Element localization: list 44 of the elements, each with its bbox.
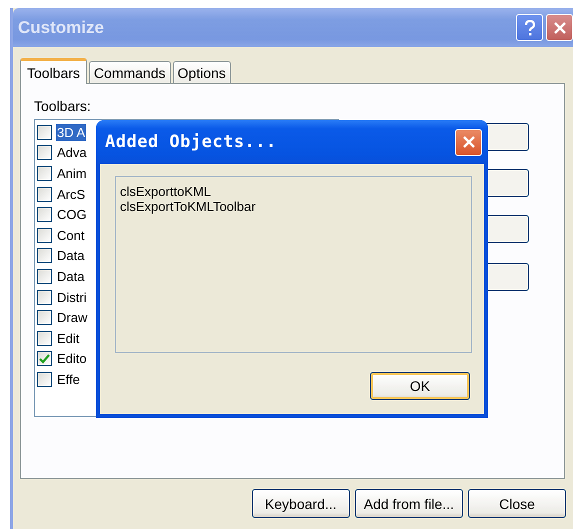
list-item[interactable]: COG: [56, 206, 88, 224]
tab[interactable]: Options: [172, 61, 231, 83]
list-item[interactable]: Anim: [56, 164, 88, 182]
help-icon: [522, 20, 536, 36]
list-item: clsExportToKMLToolbar: [120, 199, 257, 214]
list-item[interactable]: Adva: [56, 144, 88, 162]
checkbox[interactable]: [37, 290, 52, 305]
close-icon: [552, 20, 566, 34]
checkbox[interactable]: [37, 124, 52, 140]
list-item[interactable]: Draw: [56, 309, 88, 326]
tab[interactable]: Commands: [88, 61, 171, 83]
dialog-button[interactable]: Add from file...: [354, 489, 463, 518]
close-button[interactable]: [455, 128, 482, 156]
checkbox[interactable]: [37, 351, 52, 366]
list-item[interactable]: Data: [56, 268, 86, 285]
dialog-button[interactable]: Close: [468, 489, 566, 518]
list-item[interactable]: 3D A: [56, 124, 86, 141]
list-item[interactable]: ArcS: [56, 186, 86, 203]
close-icon: [462, 135, 476, 149]
window-title: Customize: [18, 18, 104, 38]
list-item[interactable]: Distri: [56, 288, 88, 306]
checkbox[interactable]: [37, 207, 52, 222]
checkbox[interactable]: [37, 186, 52, 202]
list-item[interactable]: Cont: [56, 226, 86, 244]
checkbox[interactable]: [37, 145, 52, 160]
list-item: clsExporttoKML: [120, 184, 212, 199]
dialog-title: Added Objects...: [105, 132, 277, 152]
list-item[interactable]: Data: [56, 247, 86, 264]
tab[interactable]: Toolbars: [20, 58, 87, 84]
toolbars-label: Toolbars:: [34, 98, 92, 114]
checkbox[interactable]: [37, 372, 52, 387]
ok-button[interactable]: OK: [370, 372, 470, 400]
close-button[interactable]: [546, 14, 573, 41]
list-item[interactable]: Edit: [56, 330, 80, 347]
checkbox[interactable]: [37, 248, 52, 264]
checkbox[interactable]: [37, 166, 52, 181]
checkbox[interactable]: [37, 228, 52, 243]
checkbox[interactable]: [37, 330, 52, 346]
dialog-button[interactable]: Keyboard...: [252, 489, 350, 518]
checkbox[interactable]: [37, 310, 52, 326]
list-item[interactable]: Edito: [56, 350, 88, 368]
checkbox[interactable]: [37, 268, 52, 284]
list-item[interactable]: Effe: [56, 370, 81, 388]
help-button[interactable]: [516, 14, 543, 41]
